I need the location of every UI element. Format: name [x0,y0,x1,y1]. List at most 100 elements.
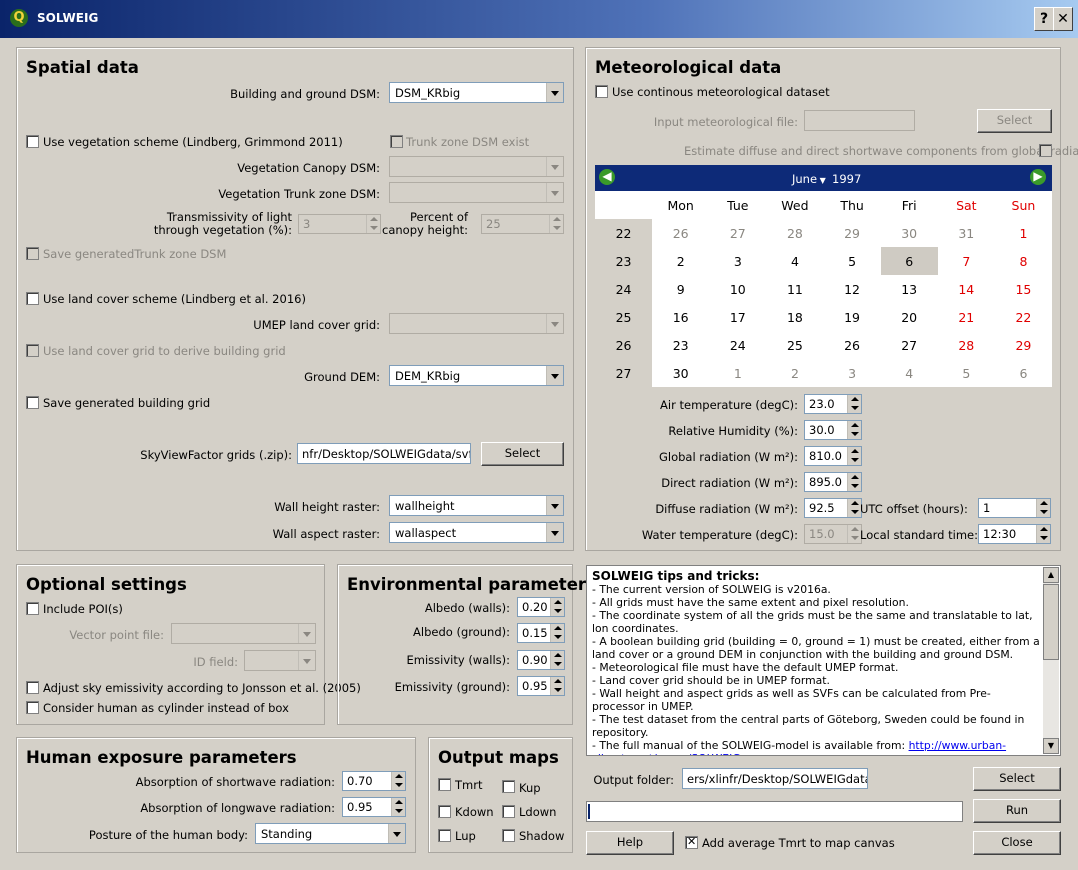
calendar-day[interactable]: 8 [995,247,1052,275]
local-time-spinbox[interactable]: 12:30 [978,524,1051,544]
calendar-day[interactable]: 20 [881,303,938,331]
calendar-day[interactable]: 16 [652,303,709,331]
calendar-day[interactable]: 5 [938,359,995,387]
direct-rad-spinbox[interactable]: 895.0 [804,472,862,492]
calendar-day[interactable]: 12 [824,275,881,303]
calendar-day[interactable]: 28 [766,219,823,247]
calendar-day[interactable]: 5 [824,247,881,275]
vector-point-combo[interactable] [171,623,316,644]
wall-height-combo[interactable]: wallheight [389,495,564,516]
calendar-day[interactable]: 26 [652,219,709,247]
albedo-ground-spinbox[interactable]: 0.15 [517,623,565,643]
calendar-day[interactable]: 25 [766,331,823,359]
calendar-day[interactable]: 21 [938,303,995,331]
prev-month-icon[interactable]: ◀ [599,169,615,185]
calendar-day[interactable]: 14 [938,275,995,303]
kup-checkbox[interactable] [502,780,515,793]
global-rad-spinbox[interactable]: 810.0 [804,446,862,466]
calendar-day[interactable]: 19 [824,303,881,331]
shadow-checkbox[interactable] [502,829,515,842]
adjust-sky-checkbox[interactable] [26,681,39,694]
calendar-day[interactable]: 2 [652,247,709,275]
calendar-day[interactable]: 13 [881,275,938,303]
trunk-exist-checkbox[interactable] [390,135,403,148]
abs-shortwave-spinbox[interactable]: 0.70 [342,771,406,791]
save-building-checkbox[interactable] [26,396,39,409]
output-select-button[interactable]: Select [973,767,1061,791]
output-folder-field[interactable]: ers/xlinfr/Desktop/SOLWEIGdata/out [682,768,868,789]
help-title-button[interactable]: ? [1034,7,1054,31]
use-vegetation-checkbox[interactable] [26,135,39,148]
transmissivity-spinbox[interactable]: 3 [298,214,381,234]
cylinder-checkbox[interactable] [26,701,39,714]
close-title-button[interactable]: ✕ [1053,7,1073,31]
calendar-day[interactable]: 1 [709,359,766,387]
save-trunk-checkbox[interactable] [26,247,39,260]
scroll-thumb[interactable] [1043,584,1059,660]
calendar-day[interactable]: 30 [881,219,938,247]
calendar-day[interactable]: 7 [938,247,995,275]
utc-offset-spinbox[interactable]: 1 [978,498,1051,518]
calendar-day[interactable]: 22 [995,303,1052,331]
calendar-day[interactable]: 18 [766,303,823,331]
calendar-day[interactable]: 29 [824,219,881,247]
ground-dem-combo[interactable]: DEM_KRbig [389,365,564,386]
tips-scrollbar[interactable]: ▲ ▼ [1043,567,1059,754]
emis-walls-spinbox[interactable]: 0.90 [517,650,565,670]
posture-combo[interactable]: Standing [255,823,406,844]
calendar-day[interactable]: 3 [824,359,881,387]
add-tmrt-checkbox[interactable] [685,835,698,849]
kdown-checkbox[interactable] [438,805,451,818]
veg-canopy-combo[interactable] [389,156,564,177]
calendar-day[interactable]: 10 [709,275,766,303]
calendar-day[interactable]: 1 [995,219,1052,247]
calendar-day[interactable]: 2 [766,359,823,387]
input-met-file-field[interactable] [804,110,915,131]
tips-text-panel[interactable]: SOLWEIG tips and tricks: - The current v… [586,565,1061,756]
calendar-day[interactable]: 3 [709,247,766,275]
water-temp-spinbox[interactable]: 15.0 [804,524,862,544]
help-button[interactable]: Help [586,831,674,855]
svf-path-field[interactable]: nfr/Desktop/SOLWEIGdata/svfs.zip [297,443,471,464]
ldown-checkbox[interactable] [502,805,515,818]
lup-checkbox[interactable] [438,829,451,842]
calendar-day[interactable]: 28 [938,331,995,359]
include-poi-checkbox[interactable] [26,602,39,615]
met-select-button[interactable]: Select [977,109,1052,133]
calendar-day[interactable]: 4 [766,247,823,275]
id-field-combo[interactable] [244,650,316,671]
use-landcover-checkbox[interactable] [26,292,39,305]
albedo-walls-spinbox[interactable]: 0.20 [517,597,565,617]
calendar-day[interactable]: 11 [766,275,823,303]
calendar-year[interactable]: 1997 [832,172,861,186]
scroll-down-icon[interactable]: ▼ [1043,738,1059,754]
calendar-day[interactable]: 15 [995,275,1052,303]
run-button[interactable]: Run [973,799,1061,823]
tmrt-checkbox[interactable] [438,778,451,791]
calendar-day[interactable]: 31 [938,219,995,247]
building-dsm-combo[interactable]: DSM_KRbig [389,82,564,103]
calendar-month[interactable]: June ▼ [792,172,826,186]
calendar-day[interactable]: 4 [881,359,938,387]
calendar-day[interactable]: 23 [652,331,709,359]
svf-select-button[interactable]: Select [481,442,564,466]
percent-canopy-spinbox[interactable]: 25 [481,214,564,234]
calendar-day[interactable]: 17 [709,303,766,331]
veg-trunk-combo[interactable] [389,182,564,203]
use-continuous-checkbox[interactable] [595,85,608,98]
calendar-day[interactable]: 27 [709,219,766,247]
calendar-day[interactable]: 6 [995,359,1052,387]
calendar-day[interactable]: 9 [652,275,709,303]
close-button[interactable]: Close [973,831,1061,855]
scroll-up-icon[interactable]: ▲ [1043,567,1059,583]
rh-spinbox[interactable]: 30.0 [804,420,862,440]
estimate-diffuse-checkbox[interactable] [1039,144,1052,157]
abs-longwave-spinbox[interactable]: 0.95 [342,797,406,817]
wall-aspect-combo[interactable]: wallaspect [389,522,564,543]
next-month-icon[interactable]: ▶ [1030,169,1046,185]
calendar-day[interactable]: 30 [652,359,709,387]
calendar-day[interactable]: 27 [881,331,938,359]
calendar-day[interactable]: 24 [709,331,766,359]
diffuse-rad-spinbox[interactable]: 92.5 [804,498,862,518]
calendar-day[interactable]: 26 [824,331,881,359]
